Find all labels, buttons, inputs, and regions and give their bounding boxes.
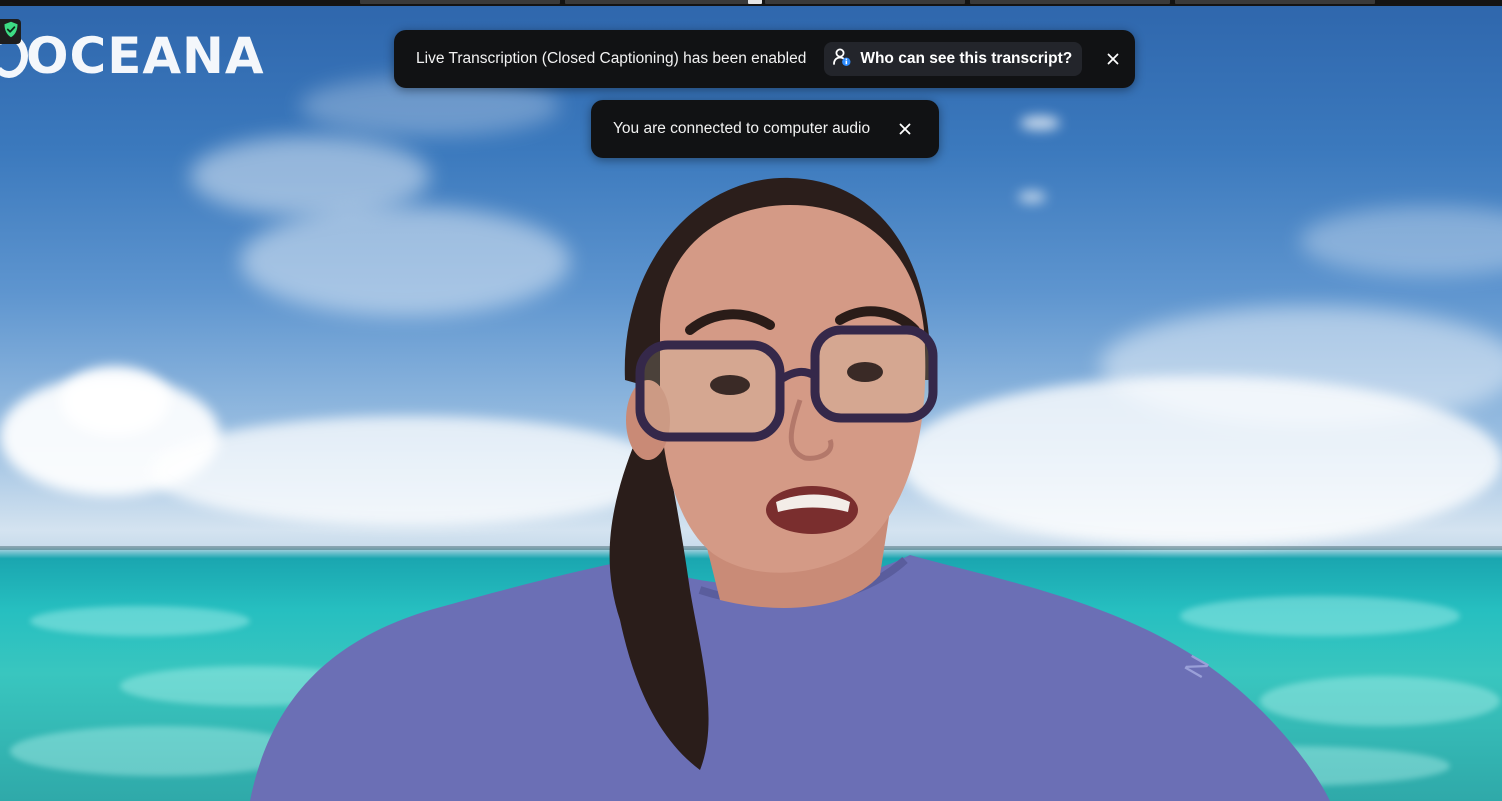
participant-strip (0, 0, 1502, 6)
brand-logo: OCEANA (0, 26, 265, 86)
participant-thumbnail[interactable] (970, 0, 1170, 4)
participant-thumbnail[interactable] (748, 0, 762, 4)
participant-thumbnail[interactable] (565, 0, 760, 4)
transcription-notification: Live Transcription (Closed Captioning) h… (394, 30, 1135, 88)
participant-thumbnail[interactable] (765, 0, 965, 4)
who-can-see-transcript-button[interactable]: Who can see this transcript? (824, 42, 1083, 76)
participant-thumbnail[interactable] (1175, 0, 1375, 4)
close-icon[interactable] (894, 118, 916, 140)
transcription-message: Live Transcription (Closed Captioning) h… (416, 50, 807, 67)
who-can-see-transcript-label: Who can see this transcript? (860, 50, 1073, 67)
brand-logo-text: OCEANA (26, 27, 265, 85)
shield-check-icon (3, 21, 19, 43)
close-icon[interactable] (1102, 48, 1124, 70)
person-info-icon (832, 47, 852, 72)
audio-notification: You are connected to computer audio (591, 100, 939, 158)
participant-thumbnail[interactable] (360, 0, 560, 4)
audio-message: You are connected to computer audio (613, 120, 871, 137)
security-indicator[interactable] (0, 19, 21, 44)
